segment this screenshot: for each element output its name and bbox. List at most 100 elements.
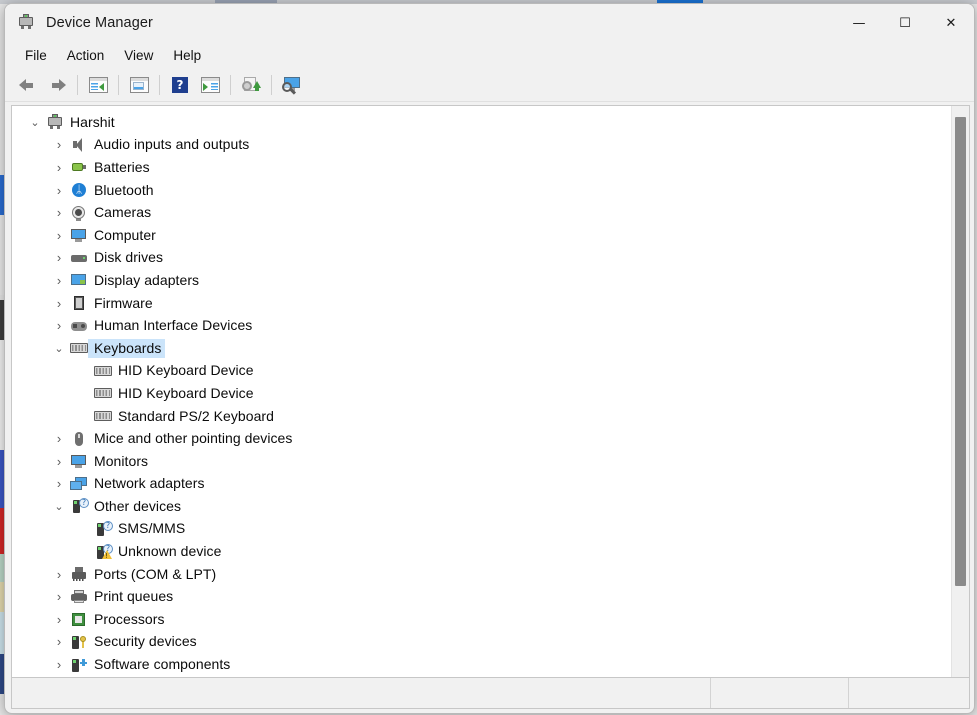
tree-item-label: Computer xyxy=(88,226,160,245)
help-button[interactable]: ? xyxy=(165,72,195,98)
chevron-right-icon[interactable]: › xyxy=(48,476,70,491)
menu-view[interactable]: View xyxy=(114,44,163,67)
vertical-scrollbar-thumb[interactable] xyxy=(955,117,966,585)
scan-hardware-icon xyxy=(282,77,302,94)
tree-item-label: Harshit xyxy=(64,113,119,132)
mouse-icon xyxy=(70,431,88,447)
tree-item-hid-keyboard-device[interactable]: HID Keyboard Device xyxy=(12,360,951,383)
tree-item-other-devices[interactable]: ⌄?Other devices xyxy=(12,495,951,518)
tree-item-harshit[interactable]: ⌄ Harshit xyxy=(12,111,951,134)
chevron-right-icon[interactable]: › xyxy=(48,205,70,220)
battery-icon xyxy=(70,159,88,175)
back-button[interactable] xyxy=(12,72,42,98)
chevron-right-icon[interactable]: › xyxy=(48,183,70,198)
scan-hardware-changes-button[interactable] xyxy=(277,72,307,98)
chevron-right-icon[interactable]: › xyxy=(48,160,70,175)
minimize-button[interactable]: — xyxy=(836,4,882,42)
chevron-right-icon[interactable]: › xyxy=(48,454,70,469)
tree-item-label: Software components xyxy=(88,655,234,674)
keyboard-icon xyxy=(94,408,112,424)
properties-button[interactable] xyxy=(124,72,154,98)
tree-item-unknown-device[interactable]: ?!Unknown device xyxy=(12,540,951,563)
chevron-right-icon[interactable]: › xyxy=(48,137,70,152)
tree-item-mice-and-other-pointing-devices[interactable]: ›Mice and other pointing devices xyxy=(12,427,951,450)
tree-item-label: Firmware xyxy=(88,294,157,313)
tree-item-network-adapters[interactable]: ›Network adapters xyxy=(12,473,951,496)
device-tree[interactable]: ⌄ Harshit ›Audio inputs and outputs›Batter… xyxy=(12,106,951,677)
tree-item-ports-com-lpt[interactable]: › Ports (COM & LPT) xyxy=(12,563,951,586)
vertical-scrollbar[interactable] xyxy=(951,106,969,677)
tree-item-hid-keyboard-device[interactable]: HID Keyboard Device xyxy=(12,382,951,405)
tree-item-cameras[interactable]: ›Cameras xyxy=(12,201,951,224)
update-driver-button[interactable] xyxy=(236,72,266,98)
tree-item-human-interface-devices[interactable]: ›Human Interface Devices xyxy=(12,314,951,337)
chevron-right-icon[interactable]: › xyxy=(48,634,70,649)
tree-item-software-components[interactable]: › Software components xyxy=(12,653,951,676)
window-title: Device Manager xyxy=(46,15,153,31)
menu-help[interactable]: Help xyxy=(163,44,211,67)
tree-item-disk-drives[interactable]: › Disk drives xyxy=(12,247,951,270)
chevron-down-icon[interactable]: ⌄ xyxy=(48,500,70,513)
tree-item-label: Ports (COM & LPT) xyxy=(88,565,220,584)
chevron-down-icon[interactable]: ⌄ xyxy=(24,116,46,129)
maximize-icon: ☐ xyxy=(899,17,911,30)
chevron-right-icon[interactable]: › xyxy=(48,250,70,265)
toolbar-separator xyxy=(77,75,78,95)
toolbar: ? xyxy=(5,69,974,102)
tree-item-software-devices[interactable]: ›Software devices xyxy=(12,676,951,677)
tree-item-print-queues[interactable]: › Print queues xyxy=(12,585,951,608)
menu-file[interactable]: File xyxy=(15,44,57,67)
tree-item-security-devices[interactable]: ›Security devices xyxy=(12,631,951,654)
menu-action[interactable]: Action xyxy=(57,44,115,67)
minimize-icon: — xyxy=(853,17,866,30)
title-bar[interactable]: Device Manager — ☐ ✕ xyxy=(5,4,974,42)
tree-item-display-adapters[interactable]: ›Display adapters xyxy=(12,269,951,292)
show-hide-console-tree-button[interactable] xyxy=(83,72,113,98)
tree-item-bluetooth[interactable]: ›ᛦBluetooth xyxy=(12,179,951,202)
status-bar xyxy=(11,677,970,709)
tree-item-keyboards[interactable]: ⌄Keyboards xyxy=(12,337,951,360)
software-component-icon xyxy=(70,657,88,673)
tree-item-label: Monitors xyxy=(88,452,152,471)
forward-arrow-icon xyxy=(49,78,66,92)
chevron-right-icon[interactable]: › xyxy=(48,228,70,243)
tree-item-processors[interactable]: › Processors xyxy=(12,608,951,631)
tree-item-sms-mms[interactable]: ?SMS/MMS xyxy=(12,518,951,541)
tree-item-monitors[interactable]: › Monitors xyxy=(12,450,951,473)
properties-icon xyxy=(130,77,149,93)
chevron-right-icon[interactable]: › xyxy=(48,273,70,288)
tree-item-audio-inputs-and-outputs[interactable]: ›Audio inputs and outputs xyxy=(12,134,951,157)
bluetooth-icon: ᛦ xyxy=(70,182,88,198)
status-cell-message xyxy=(12,678,711,708)
toolbar-separator xyxy=(230,75,231,95)
chevron-right-icon[interactable]: › xyxy=(48,657,70,672)
tree-item-firmware[interactable]: › Firmware xyxy=(12,292,951,315)
menu-bar: File Action View Help xyxy=(5,42,974,69)
close-icon: ✕ xyxy=(946,17,957,30)
tree-item-computer[interactable]: › Computer xyxy=(12,224,951,247)
maximize-button[interactable]: ☐ xyxy=(882,4,928,42)
computer-root-icon xyxy=(46,114,64,130)
chevron-right-icon[interactable]: › xyxy=(48,567,70,582)
tree-item-label: Unknown device xyxy=(112,542,225,561)
show-hide-action-pane-button[interactable] xyxy=(195,72,225,98)
chevron-right-icon[interactable]: › xyxy=(48,431,70,446)
speaker-icon xyxy=(70,137,88,153)
tree-item-standard-ps-2-keyboard[interactable]: Standard PS/2 Keyboard xyxy=(12,405,951,428)
tree-item-batteries[interactable]: ›Batteries xyxy=(12,156,951,179)
chevron-right-icon[interactable]: › xyxy=(48,612,70,627)
toolbar-separator xyxy=(159,75,160,95)
monitor-icon xyxy=(70,227,88,243)
tree-item-label: Print queues xyxy=(88,587,177,606)
help-question-icon: ? xyxy=(172,77,188,93)
chevron-right-icon[interactable]: › xyxy=(48,296,70,311)
disk-drive-icon xyxy=(70,250,88,266)
warning-device-icon: ?! xyxy=(94,544,112,560)
close-button[interactable]: ✕ xyxy=(928,4,974,42)
tree-item-label: Processors xyxy=(88,610,169,629)
tree-item-label: Disk drives xyxy=(88,248,167,267)
chevron-right-icon[interactable]: › xyxy=(48,318,70,333)
forward-button[interactable] xyxy=(42,72,72,98)
chevron-right-icon[interactable]: › xyxy=(48,589,70,604)
chevron-down-icon[interactable]: ⌄ xyxy=(48,342,70,355)
